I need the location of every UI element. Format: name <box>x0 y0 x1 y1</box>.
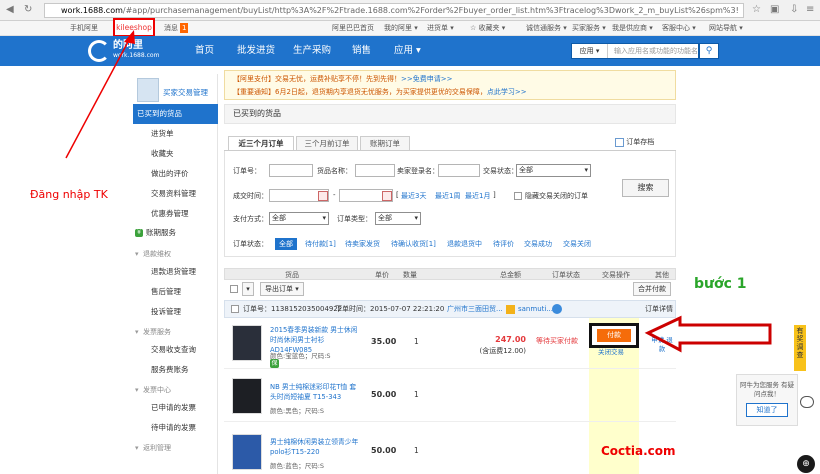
assistant-ok-button[interactable]: 知道了 <box>746 403 788 417</box>
step-arrow <box>644 315 772 353</box>
feedback-tab[interactable]: 有奖调查 <box>794 325 806 371</box>
chat-icon[interactable] <box>800 396 814 408</box>
annotation-arrows <box>65 30 772 353</box>
login-arrow-line <box>65 37 131 159</box>
scroll-top-icon[interactable]: ⊕ <box>797 455 815 473</box>
login-arrow-head <box>124 30 135 44</box>
login-annotation: Đăng nhập TK <box>30 188 108 201</box>
assistant-popup: 阿牛为您服务 有疑问点我！ 知道了 <box>736 374 798 426</box>
assistant-text: 阿牛为您服务 有疑问点我！ <box>739 381 795 398</box>
watermark: Coctia.com <box>601 444 676 458</box>
step-annotation: bước 1 <box>694 276 747 292</box>
